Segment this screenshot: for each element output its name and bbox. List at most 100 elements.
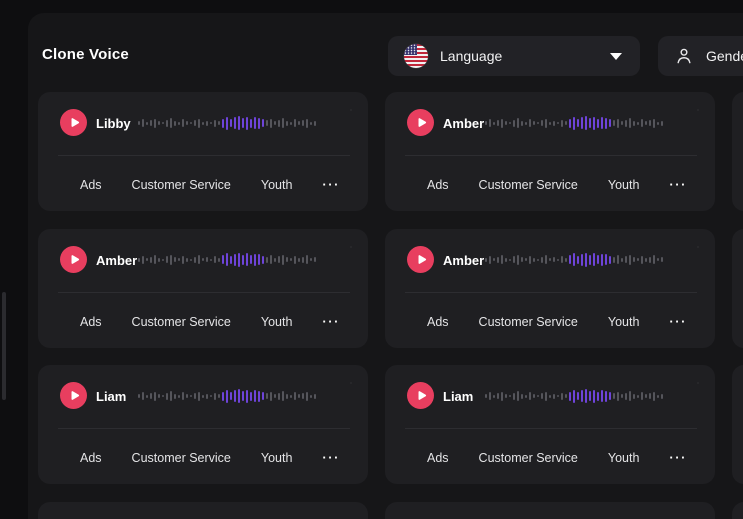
waveform-bar [493, 122, 495, 125]
waveform-bar [541, 120, 543, 126]
voice-card-partial [732, 229, 743, 348]
waveform-bar [138, 121, 140, 125]
waveform-bar [537, 259, 539, 261]
tag-list: AdsCustomer ServiceYouth··· [427, 176, 687, 194]
more-tags-button[interactable]: ··· [669, 180, 687, 190]
waveform-bar [230, 119, 232, 127]
play-button[interactable] [60, 246, 87, 273]
voice-card[interactable]: Libby AdsCustomer ServiceYouth··· [38, 92, 368, 211]
play-button[interactable] [407, 382, 434, 409]
waveform-bar [170, 255, 172, 265]
scrollbar-thumb[interactable] [2, 292, 6, 400]
waveform-bar [226, 253, 228, 266]
page-title: Clone Voice [42, 46, 129, 63]
waveform-bar [549, 122, 551, 125]
voice-card-grid: Libby AdsCustomer ServiceYouth··· Amber … [38, 92, 743, 519]
waveform-bar [314, 257, 316, 262]
waveform-bar [262, 392, 264, 400]
divider [405, 155, 697, 156]
waveform-bar [182, 256, 184, 264]
waveform-bar [649, 120, 651, 126]
waveform [138, 114, 318, 132]
waveform-bar [282, 118, 284, 128]
waveform-bar [593, 117, 595, 130]
language-dropdown-label: Language [440, 48, 502, 64]
tag-label: Ads [427, 315, 449, 329]
tag-label: Customer Service [132, 315, 231, 329]
waveform-bar [517, 391, 519, 401]
waveform-bar [174, 257, 176, 262]
waveform-bar [565, 394, 567, 398]
waveform-bar [513, 256, 515, 263]
voice-card[interactable]: Amber AdsCustomer ServiceYouth··· [385, 229, 715, 348]
waveform-bar [202, 395, 204, 398]
waveform-bar [553, 121, 555, 126]
gender-dropdown[interactable]: Gender [658, 36, 743, 76]
waveform-bar [282, 255, 284, 265]
more-tags-button[interactable]: ··· [669, 317, 687, 327]
waveform-bar [641, 256, 643, 264]
waveform-bar [637, 395, 639, 398]
voice-card-partial [38, 502, 368, 519]
waveform-bar [585, 389, 587, 403]
play-button[interactable] [407, 109, 434, 136]
waveform-bar [230, 392, 232, 400]
waveform-bar [649, 257, 651, 263]
waveform-bar [162, 122, 164, 124]
waveform-bar [254, 117, 256, 129]
voice-card[interactable]: Amber AdsCustomer ServiceYouth··· [38, 229, 368, 348]
more-tags-button[interactable]: ··· [322, 317, 340, 327]
more-tags-button[interactable]: ··· [322, 453, 340, 463]
waveform-bar [142, 119, 144, 127]
waveform-bar [637, 122, 639, 125]
waveform-bar [661, 121, 663, 126]
waveform-bar [577, 256, 579, 264]
waveform-bar [653, 255, 655, 264]
more-tags-button[interactable]: ··· [322, 180, 340, 190]
waveform-bar [214, 256, 216, 263]
language-dropdown[interactable]: Language [388, 36, 640, 76]
tag-label: Youth [261, 178, 293, 192]
waveform-bar [294, 392, 296, 400]
waveform-bar [262, 256, 264, 264]
waveform-bar [633, 394, 635, 399]
voice-card[interactable]: Liam AdsCustomer ServiceYouth··· [385, 365, 715, 484]
waveform-bar [210, 122, 212, 124]
waveform-bar [234, 254, 236, 266]
tag-label: Ads [80, 451, 102, 465]
play-button[interactable] [407, 246, 434, 273]
waveform-bar [206, 121, 208, 126]
waveform-bar [517, 255, 519, 265]
voice-card-partial [732, 502, 743, 519]
tag-label: Ads [80, 315, 102, 329]
waveform-bar [258, 254, 260, 265]
waveform-bar [549, 258, 551, 261]
waveform-bar [306, 255, 308, 264]
play-button[interactable] [60, 382, 87, 409]
waveform-bar [310, 122, 312, 125]
waveform-bar [234, 117, 236, 129]
waveform-bar [314, 394, 316, 399]
waveform-bar [553, 394, 555, 399]
waveform-bar [657, 122, 659, 125]
app-window: Clone Voice Language Gender Libby [0, 0, 743, 519]
waveform [485, 114, 665, 132]
voice-card[interactable]: Liam AdsCustomer ServiceYouth··· [38, 365, 368, 484]
waveform-bar [573, 253, 575, 266]
tag-list: AdsCustomer ServiceYouth··· [80, 449, 340, 467]
waveform-bar [497, 393, 499, 399]
waveform-bar [629, 391, 631, 401]
waveform-bar [226, 117, 228, 130]
waveform-bar [657, 258, 659, 261]
waveform-bar [246, 117, 248, 130]
waveform-bar [661, 257, 663, 262]
more-tags-button[interactable]: ··· [669, 453, 687, 463]
waveform-bar [182, 392, 184, 400]
divider [58, 155, 350, 156]
waveform-bar [541, 257, 543, 263]
waveform-bar [242, 118, 244, 128]
voice-card[interactable]: Amber AdsCustomer ServiceYouth··· [385, 92, 715, 211]
play-button[interactable] [60, 109, 87, 136]
waveform-bar [302, 393, 304, 399]
waveform-bar [601, 254, 603, 266]
